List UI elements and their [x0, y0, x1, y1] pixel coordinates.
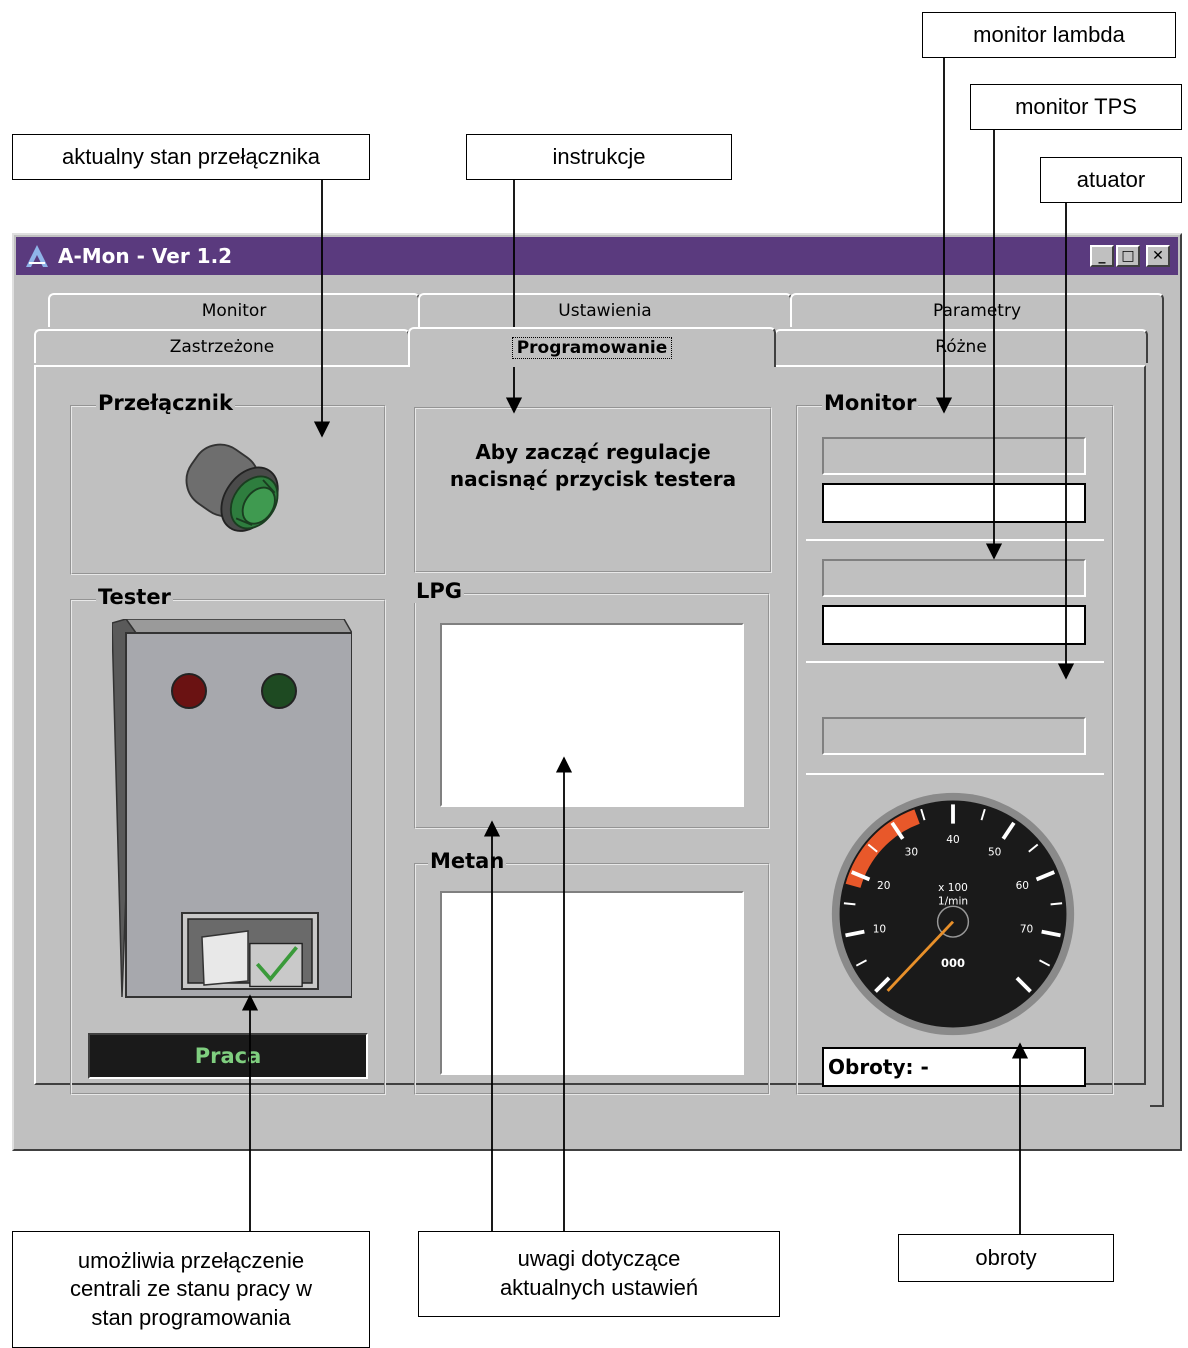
metan-group-label: Metan: [428, 849, 507, 873]
monitor-divider: [806, 661, 1104, 663]
checkmark-icon: [249, 942, 303, 988]
switch-group-label: Przełącznik: [96, 391, 235, 415]
gauge-tick-label: 50: [988, 846, 1002, 858]
monitor-group-label: Monitor: [822, 391, 919, 415]
callout-switch-description: umożliwia przełączenie centrali ze stanu…: [12, 1231, 370, 1348]
rotary-switch-icon[interactable]: [150, 417, 300, 547]
monitor-divider: [806, 773, 1104, 775]
title-bar[interactable]: A-Mon - Ver 1.2 _ □ ✕: [16, 237, 1178, 275]
programowanie-panel: Przełącznik Tester Praca Aby zacząć regu…: [34, 365, 1146, 1095]
callout-rpm: obroty: [898, 1234, 1114, 1282]
callout-line: uwagi dotyczące: [517, 1246, 681, 1272]
lambda-value-field: [822, 483, 1086, 523]
instruction-line: Aby zacząć regulacje: [475, 440, 711, 464]
tab-rozne[interactable]: Różne: [774, 329, 1148, 363]
callout-actuator: atuator: [1040, 157, 1182, 203]
gauge-tick: [1050, 902, 1063, 906]
lpg-group-label: LPG: [414, 579, 465, 603]
tab-parametry[interactable]: Parametry: [790, 293, 1164, 327]
rpm-readout: Obroty: -: [822, 1047, 1086, 1087]
callout-line: centrali ze stanu pracy w: [69, 1276, 313, 1302]
close-button[interactable]: ✕: [1146, 245, 1170, 267]
minimize-button[interactable]: _: [1090, 245, 1114, 267]
callout-monitor-lambda: monitor lambda: [922, 12, 1176, 58]
tachometer-gauge: 10 20 30 40 50 60 70 x 100 1/min 000: [831, 792, 1075, 1036]
tps-indicator-bar: [822, 559, 1086, 597]
a-mon-logo-icon: [24, 243, 50, 269]
gauge-tick-label: 30: [905, 846, 919, 858]
tab-monitor[interactable]: Monitor: [48, 293, 420, 327]
tab-programowanie-label: Programowanie: [511, 337, 673, 359]
callout-line: umożliwia przełączenie: [77, 1247, 305, 1273]
monitor-divider: [806, 539, 1104, 541]
switch-group: [70, 405, 386, 575]
tab-ustawienia[interactable]: Ustawienia: [418, 293, 792, 327]
tab-programowanie[interactable]: Programowanie: [408, 327, 776, 367]
actuator-indicator-bar: [822, 717, 1086, 755]
gauge-tick-label: 60: [1016, 880, 1030, 892]
lambda-indicator-bar: [822, 437, 1086, 475]
back-panel-edge: [1150, 327, 1164, 1107]
instruction-text: Aby zacząć regulacje nacisnąć przycisk t…: [414, 439, 772, 493]
maximize-button[interactable]: □: [1116, 245, 1140, 267]
gauge-tick: [843, 902, 856, 906]
gauge-tick-label: 70: [1020, 923, 1034, 935]
callout-line: aktualnych ustawień: [499, 1275, 699, 1300]
gauge-counter: 000: [941, 956, 965, 970]
gauge-tick-label: 10: [873, 923, 887, 935]
tab-zastrzezone[interactable]: Zastrzeżone: [34, 329, 410, 363]
callout-monitor-tps: monitor TPS: [970, 84, 1182, 130]
lpg-notes-area[interactable]: [440, 623, 744, 807]
tester-device-icon: [112, 619, 352, 998]
tps-value-field: [822, 605, 1086, 645]
callout-notes: uwagi dotyczące aktualnych ustawień: [418, 1231, 780, 1317]
app-window: A-Mon - Ver 1.2 _ □ ✕ Monitor Ustawienia…: [12, 233, 1182, 1151]
callout-line: stan programowania: [91, 1304, 291, 1330]
window-title: A-Mon - Ver 1.2: [58, 244, 233, 268]
gauge-tick-label: 40: [946, 834, 960, 846]
tester-status-display: Praca: [88, 1033, 368, 1079]
tester-group-label: Tester: [96, 585, 173, 609]
instruction-line: nacisnąć przycisk testera: [449, 467, 737, 491]
gauge-unit: 1/min: [938, 895, 968, 907]
gauge-tick-label: 20: [877, 880, 891, 892]
metan-notes-area[interactable]: [440, 891, 744, 1075]
callout-instructions: instrukcje: [466, 134, 732, 180]
callout-switch-state: aktualny stan przełącznika: [12, 134, 370, 180]
gauge-unit: x 100: [938, 882, 968, 894]
